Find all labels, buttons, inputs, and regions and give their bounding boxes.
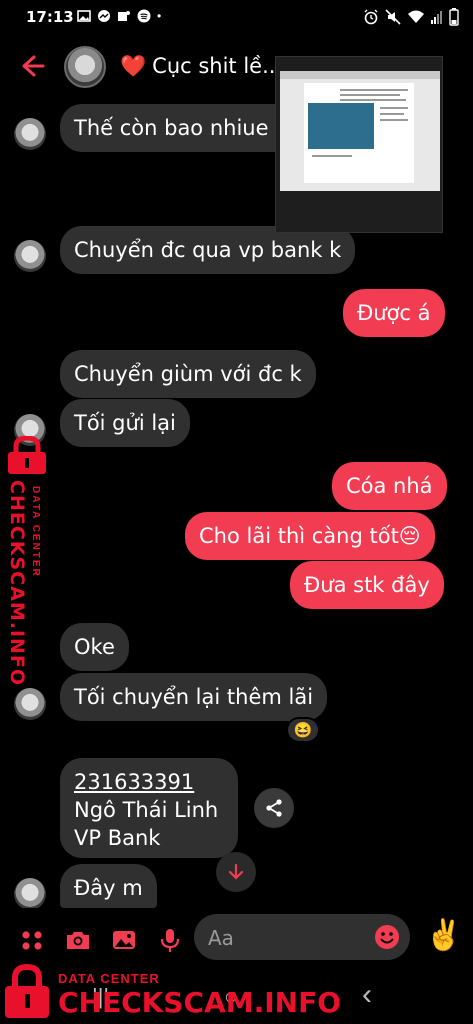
account-number[interactable]: 231633391: [74, 768, 224, 796]
mute-icon: [385, 9, 401, 25]
message-input[interactable]: Aa: [194, 914, 410, 960]
watermark-bottom: DATA CENTER CHECKSCAM.INFO: [0, 960, 341, 1024]
message-input-placeholder: Aa: [208, 926, 234, 950]
sender-avatar[interactable]: [14, 240, 46, 272]
watermark-side-subtext: DATA CENTER: [30, 486, 41, 578]
spotify-icon: [137, 9, 151, 23]
back-arrow-icon[interactable]: [18, 52, 46, 80]
message-incoming[interactable]: Đây m: [60, 864, 157, 908]
lock-icon: [5, 964, 49, 1018]
message-incoming[interactable]: Chuyển giùm với đc k: [60, 350, 316, 398]
image-icon[interactable]: [110, 926, 138, 954]
messenger-notif-icon: [98, 10, 110, 22]
wifi-icon: [408, 10, 424, 23]
message-incoming[interactable]: Thế còn bao nhiue đ: [60, 104, 303, 152]
contact-name[interactable]: ❤️ Cục shit lề...: [120, 54, 282, 79]
share-icon: [266, 799, 282, 817]
notification-icons: •: [77, 9, 161, 23]
status-time: 17:13: [26, 8, 74, 26]
alarm-icon: [364, 9, 378, 25]
microphone-icon[interactable]: [156, 926, 184, 954]
gallery-icon: [77, 10, 91, 22]
emoji-icon[interactable]: [374, 924, 400, 950]
quick-emoji-button[interactable]: ✌️: [425, 918, 462, 953]
shared-document: [304, 83, 414, 183]
message-outgoing[interactable]: Cóa nhá: [332, 462, 447, 510]
signal-icon: [431, 11, 442, 24]
shared-screen-window: [280, 71, 440, 191]
sender-avatar[interactable]: [14, 688, 46, 720]
message-incoming[interactable]: Tối chuyển lại thêm lãi: [60, 673, 328, 721]
message-incoming[interactable]: Oke: [60, 623, 129, 671]
more-notifs-dot: •: [157, 9, 162, 23]
watermark-side-text: CHECKSCAM.INFO: [6, 480, 28, 687]
message-incoming[interactable]: Chuyển đc qua vp bank k: [60, 226, 356, 274]
sender-avatar[interactable]: [14, 118, 46, 150]
message-incoming[interactable]: Tối gửi lại: [60, 399, 190, 447]
message-outgoing[interactable]: Cho lãi thì càng tốt😔: [185, 512, 435, 560]
arrow-down-icon: [228, 863, 244, 880]
lock-icon: [8, 436, 46, 474]
message-reaction[interactable]: 😆: [286, 717, 320, 743]
account-info-card[interactable]: 231633391 Ngô Thái Linh VP Bank: [60, 758, 238, 858]
battery-icon: [449, 8, 459, 26]
contact-name-text: Cục shit lề...: [152, 54, 283, 78]
bank-name: VP Bank: [74, 826, 161, 850]
scroll-to-bottom-button[interactable]: [216, 852, 256, 892]
watermark-bottom-text: CHECKSCAM.INFO: [58, 986, 342, 1019]
message-outgoing[interactable]: Đưa stk đây: [290, 561, 444, 609]
picture-in-picture-video[interactable]: [275, 56, 443, 233]
sender-avatar[interactable]: [14, 878, 46, 910]
status-bar: 17:13 •: [0, 0, 473, 34]
system-icons: [363, 8, 459, 26]
contact-avatar[interactable]: [64, 46, 106, 88]
share-button[interactable]: [254, 788, 294, 828]
menu-dots-icon[interactable]: [18, 926, 46, 954]
camera-icon[interactable]: [64, 926, 92, 954]
account-holder: Ngô Thái Linh: [74, 798, 219, 822]
heart-emoji: ❤️: [120, 54, 147, 78]
document-image: [308, 103, 374, 149]
teams-icon: [118, 11, 130, 21]
message-outgoing[interactable]: Được á: [343, 289, 445, 337]
back-button[interactable]: ‹: [362, 978, 372, 1012]
watermark-bottom-subtext: DATA CENTER: [58, 971, 160, 986]
